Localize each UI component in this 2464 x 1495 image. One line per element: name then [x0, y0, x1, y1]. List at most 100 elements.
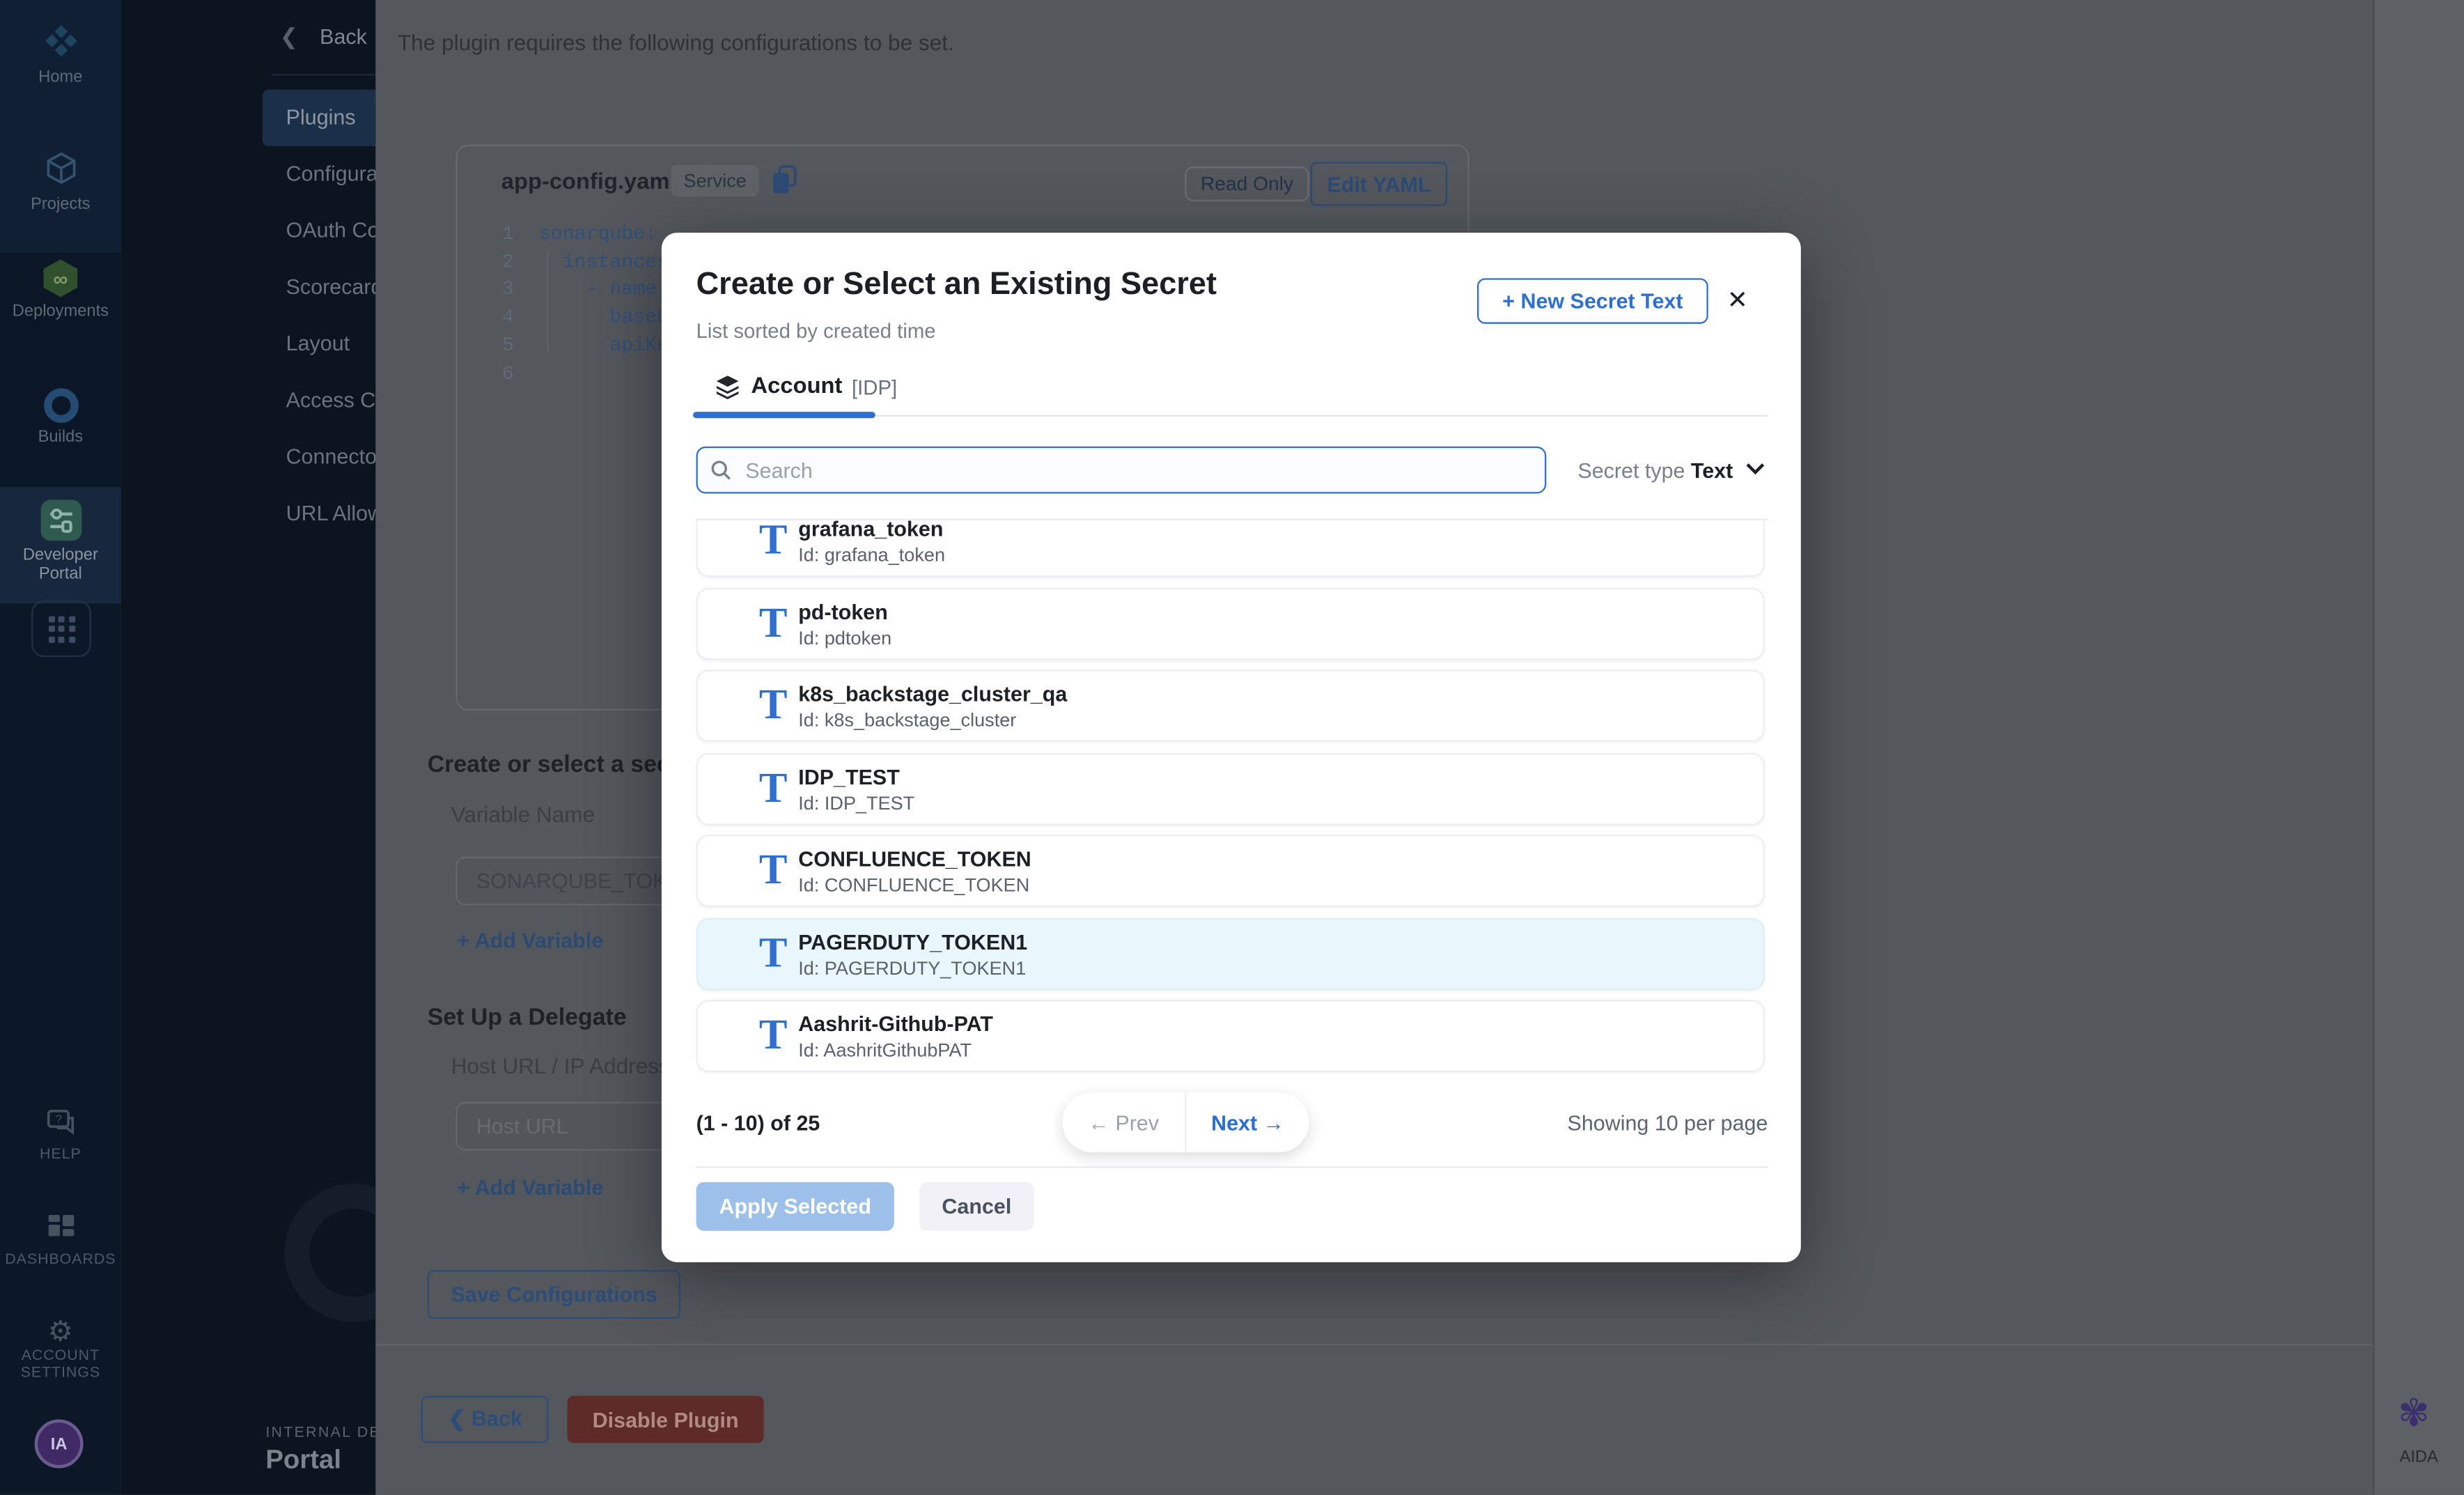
brand-line2: Portal [265, 1445, 341, 1476]
read-only-badge: Read Only [1185, 166, 1309, 201]
svg-text:?: ? [55, 1113, 61, 1126]
app-screen: Home Projects ∞ Deployments Builds [0, 0, 2464, 1495]
secret-row[interactable]: T PAGERDUTY_TOKEN1 Id: PAGERDUTY_TOKEN1 [696, 917, 1765, 990]
cancel-button[interactable]: Cancel [919, 1182, 1034, 1231]
logo-watermark [284, 1184, 375, 1322]
text-secret-icon: T [759, 766, 788, 809]
secret-id: Id: PAGERDUTY_TOKEN1 [798, 956, 1026, 979]
line-number: 4 [492, 305, 514, 333]
sidenav-item-plugins[interactable]: Plugins [263, 90, 375, 146]
prev-page-button[interactable]: ← Prev [1062, 1092, 1186, 1152]
secret-id: Id: grafana_token [798, 544, 945, 566]
secret-name: Aashrit-Github-PAT [798, 1012, 993, 1036]
sidenav-item-connectors[interactable]: Connectors [263, 429, 375, 486]
copy-icon[interactable] [772, 165, 798, 195]
sidebar-item-label: Builds [0, 428, 121, 447]
sidenav-item-scorecards[interactable]: Scorecards [263, 259, 375, 316]
pagination-control: ← Prev Next → [1062, 1092, 1309, 1152]
brand-line1: INTERNAL DEVELOPER [265, 1424, 375, 1441]
indent-guide [547, 250, 548, 354]
secret-row[interactable]: T Aashrit-Github-PAT Id: AashritGithubPA… [696, 1000, 1765, 1072]
new-secret-text-button[interactable]: + New Secret Text [1477, 278, 1708, 323]
secret-id: Id: AashritGithubPAT [798, 1039, 972, 1061]
secret-name: IDP_TEST [798, 765, 900, 789]
user-avatar[interactable]: IA [35, 1420, 84, 1469]
portal-label-line1: Developer [23, 545, 98, 564]
next-page-button[interactable]: Next → [1187, 1092, 1309, 1152]
code-line: sonarqube: [539, 222, 657, 249]
secret-row[interactable]: T pd-token Id: pdtoken [696, 587, 1765, 660]
text-secret-icon: T [759, 849, 788, 891]
sidebar-item-help[interactable]: ? HELP [0, 1108, 121, 1163]
text-secret-icon: T [759, 519, 788, 561]
yaml-editor[interactable]: 1sonarqube: 2 instances 3 - name 4 baseU… [492, 222, 669, 389]
code-line: baseU [539, 305, 669, 333]
sidebar-item-deployments[interactable]: ∞ Deployments [0, 259, 121, 320]
secret-name: PAGERDUTY_TOKEN1 [798, 930, 1027, 954]
text-secret-icon: T [759, 931, 788, 974]
line-number: 6 [492, 361, 514, 389]
deployments-icon: ∞ [42, 259, 79, 297]
sidenav-item-layout[interactable]: Layout [263, 316, 375, 373]
add-variable-link[interactable]: + Add Variable [458, 929, 604, 953]
close-icon[interactable]: ✕ [1727, 284, 1748, 316]
sidebar-item-dashboards[interactable]: DASHBOARDS [0, 1214, 121, 1269]
secret-row[interactable]: T CONFLUENCE_TOKEN Id: CONFLUENCE_TOKEN [696, 835, 1765, 907]
modal-title: Create or Select an Existing Secret [696, 268, 1217, 304]
modal-footer-divider [696, 1166, 1768, 1168]
secret-name: k8s_backstage_cluster_qa [798, 682, 1067, 706]
portal-label-line2: Portal [39, 564, 82, 583]
pagination-range: (1 - 10) of 25 [696, 1111, 820, 1135]
line-number: 3 [492, 277, 514, 305]
active-tab-indicator [693, 412, 875, 417]
sidenav-item-url-allow-list[interactable]: URL Allow List [263, 486, 375, 542]
secret-name: CONFLUENCE_TOKEN [798, 847, 1031, 871]
sidebar-item-account-settings[interactable]: ⚙ ACCOUNT SETTINGS [0, 1317, 121, 1382]
secret-id: Id: pdtoken [798, 626, 891, 649]
secret-row[interactable]: T grafana_token Id: grafana_token [696, 519, 1765, 577]
sidebar-item-projects[interactable]: Projects [0, 151, 121, 214]
add-variable-link-2[interactable]: + Add Variable [458, 1176, 604, 1200]
secret-row[interactable]: T k8s_backstage_cluster_qa Id: k8s_backs… [696, 669, 1765, 742]
module-icon-rail: Home Projects ∞ Deployments Builds [0, 0, 121, 1495]
account-label-line2: SETTINGS [0, 1365, 121, 1382]
disable-plugin-button[interactable]: Disable Plugin [568, 1396, 764, 1443]
page-back-button[interactable]: ❮ Back [421, 1396, 549, 1443]
apply-selected-button[interactable]: Apply Selected [696, 1182, 894, 1231]
search-icon [710, 459, 731, 481]
sidenav-item-configurations[interactable]: Configurations [263, 146, 375, 203]
service-badge: Service [671, 165, 758, 196]
search-input[interactable] [742, 456, 1532, 483]
sidebar-item-label: DASHBOARDS [0, 1251, 121, 1269]
plugin-sidenav: ❮ Back Plugins Configurations OAuth Conf… [121, 0, 376, 1495]
sidebar-item-developer-portal[interactable]: Developer Portal [0, 487, 121, 603]
host-url-label: Host URL / IP Address [451, 1053, 670, 1078]
code-line: instances [539, 249, 669, 277]
sidenav-back-button[interactable]: ❮ Back [280, 24, 367, 50]
sidebar-item-home[interactable]: Home [0, 24, 121, 86]
code-line: apiKe [539, 333, 669, 361]
plugin-config-intro-text: The plugin requires the following config… [398, 30, 954, 55]
secret-search[interactable] [696, 447, 1547, 494]
delegate-heading: Set Up a Delegate [428, 1005, 627, 1031]
modal-subtitle: List sorted by created time [696, 319, 936, 343]
secret-name: grafana_token [798, 519, 943, 541]
sidenav-item-access-control[interactable]: Access Control [263, 373, 375, 429]
cube-icon [43, 151, 78, 186]
secret-row[interactable]: T IDP_TEST Id: IDP_TEST [696, 752, 1765, 825]
edit-yaml-button[interactable]: Edit YAML [1311, 162, 1447, 206]
apps-waffle-button[interactable] [31, 601, 91, 657]
sidebar-item-builds[interactable]: Builds [0, 388, 121, 446]
developer-portal-icon [40, 500, 81, 541]
chevron-down-icon[interactable] [1746, 462, 1765, 474]
grid-squares-icon [47, 1214, 75, 1242]
variable-name-label: Variable Name [451, 802, 595, 827]
select-secret-modal: Create or Select an Existing Secret List… [662, 233, 1801, 1262]
sidenav-item-oauth-configurations[interactable]: OAuth Configurations [263, 203, 375, 259]
aida-icon[interactable]: ✾ [2398, 1391, 2429, 1436]
secret-id: Id: k8s_backstage_cluster [798, 709, 1016, 731]
sidebar-item-label: Projects [0, 195, 121, 214]
secret-type-value[interactable]: Text [1691, 459, 1733, 483]
save-configurations-button[interactable]: Save Configurations [428, 1270, 681, 1319]
tab-account-idp[interactable]: Account [IDP] [715, 374, 898, 399]
